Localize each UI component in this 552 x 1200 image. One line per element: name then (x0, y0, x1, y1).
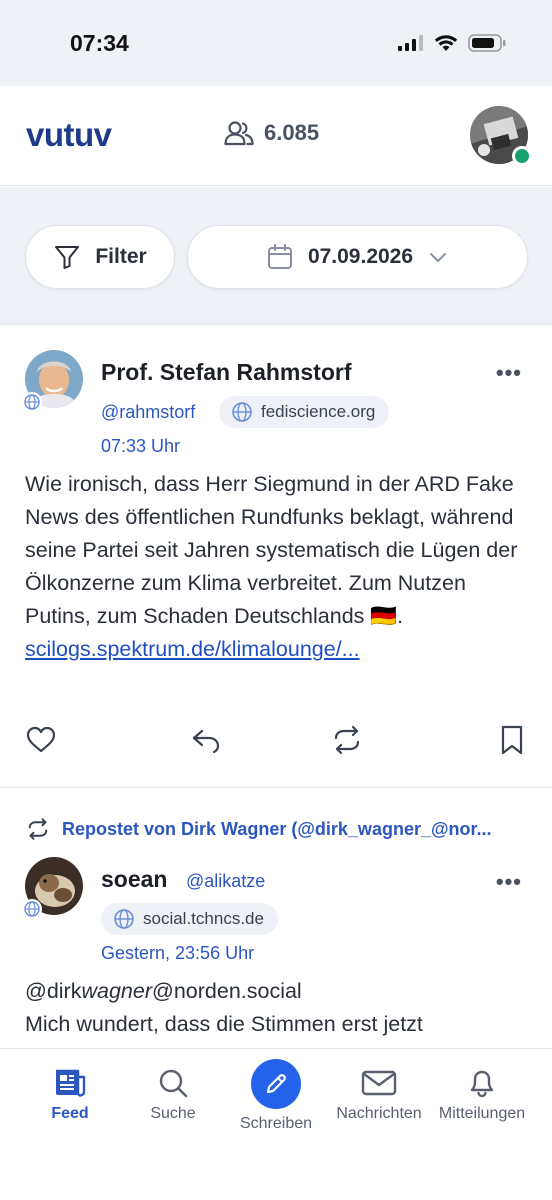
reposted-by[interactable]: Repostet von Dirk Wagner (@dirk_wagner_@… (26, 817, 492, 841)
more-options-button[interactable]: ••• (496, 869, 522, 895)
instance-badge[interactable]: fediscience.org (219, 396, 390, 428)
status-time: 07:34 (70, 30, 129, 56)
tab-search[interactable]: Suche (121, 1067, 225, 1123)
pencil-icon (266, 1074, 286, 1094)
post-actions (25, 724, 529, 756)
wifi-icon (434, 35, 458, 51)
calendar-icon (267, 244, 292, 269)
instance-name: fediscience.org (261, 402, 376, 421)
author-handle[interactable]: @alikatze (186, 871, 265, 892)
chevron-down-icon (430, 253, 447, 262)
post-body: Wie ironisch, dass Herr Siegmund in der … (25, 468, 525, 666)
post-time[interactable]: Gestern, 23:56 Uhr (101, 943, 254, 964)
date-picker-button[interactable]: 07.09.2026 (187, 225, 528, 289)
users-icon (224, 121, 254, 146)
author-name[interactable]: soean (101, 866, 167, 893)
compose-button[interactable] (251, 1059, 301, 1109)
repost-label: Repostet von Dirk Wagner (@dirk_wagner_@… (62, 818, 492, 839)
status-icons (398, 34, 506, 52)
cellular-signal-icon (398, 35, 423, 51)
member-count[interactable]: 6.085 (224, 120, 319, 146)
post-text: Mich wundert, dass die Stimmen erst jetz… (25, 1012, 423, 1036)
filter-bar: Filter 07.09.2026 (0, 187, 552, 325)
globe-badge-icon (22, 392, 42, 412)
filter-button[interactable]: Filter (25, 225, 175, 289)
feed-post[interactable]: Prof. Stefan Rahmstorf ••• @rahmstorf fe… (0, 326, 552, 788)
tab-messages[interactable]: Nachrichten (327, 1067, 431, 1123)
instance-badge[interactable]: social.tchncs.de (101, 903, 278, 935)
author-name[interactable]: Prof. Stefan Rahmstorf (101, 359, 351, 386)
tab-search-label: Suche (150, 1105, 196, 1122)
post-time[interactable]: 07:33 Uhr (101, 436, 180, 457)
post-text: Wie ironisch, dass Herr Siegmund in der … (25, 472, 518, 628)
tab-notifications[interactable]: Mitteilungen (430, 1067, 534, 1123)
bookmark-icon[interactable] (499, 724, 525, 756)
envelope-icon (361, 1070, 397, 1096)
post-body: @dirkwagner@norden.social Mich wundert, … (25, 975, 525, 1041)
like-heart-icon[interactable] (25, 724, 57, 756)
repost-icon (28, 818, 48, 840)
tab-compose-label: Schreiben (239, 1115, 313, 1132)
instance-name: social.tchncs.de (143, 909, 264, 928)
filter-icon (55, 246, 80, 269)
bell-icon (470, 1070, 494, 1098)
tab-notifications-label: Mitteilungen (438, 1105, 526, 1122)
globe-badge-icon (22, 899, 42, 919)
globe-icon (232, 402, 252, 422)
profile-avatar-button[interactable] (470, 106, 532, 166)
filter-label: Filter (95, 245, 147, 268)
status-bar: 07:34 (0, 0, 552, 86)
tab-feed[interactable]: Feed (18, 1067, 122, 1123)
online-status-dot (512, 146, 532, 166)
tab-compose[interactable]: Schreiben (224, 1059, 328, 1133)
date-value: 07.09.2026 (307, 245, 414, 268)
bottom-tab-bar: Feed Suche Schreiben Nachrichten Mitteil… (0, 1048, 552, 1200)
battery-icon (468, 34, 506, 52)
app-logo[interactable]: vutuv (26, 116, 112, 154)
tab-messages-label: Nachrichten (336, 1105, 422, 1122)
tab-feed-label: Feed (51, 1105, 89, 1122)
app-header: vutuv 6.085 (0, 86, 552, 186)
author-handle[interactable]: @rahmstorf (101, 402, 195, 423)
mention[interactable]: @dirkwagner@norden.social (25, 979, 302, 1003)
more-options-button[interactable]: ••• (496, 360, 522, 386)
feed-post[interactable]: Repostet von Dirk Wagner (@dirk_wagner_@… (0, 789, 552, 1047)
reply-icon[interactable] (190, 724, 222, 756)
post-link[interactable]: scilogs.spektrum.de/klimalounge/... (25, 637, 360, 661)
globe-icon (114, 909, 134, 929)
repost-icon[interactable] (331, 724, 363, 756)
search-icon (159, 1069, 188, 1098)
member-count-value: 6.085 (264, 120, 320, 145)
newspaper-icon (56, 1069, 86, 1097)
